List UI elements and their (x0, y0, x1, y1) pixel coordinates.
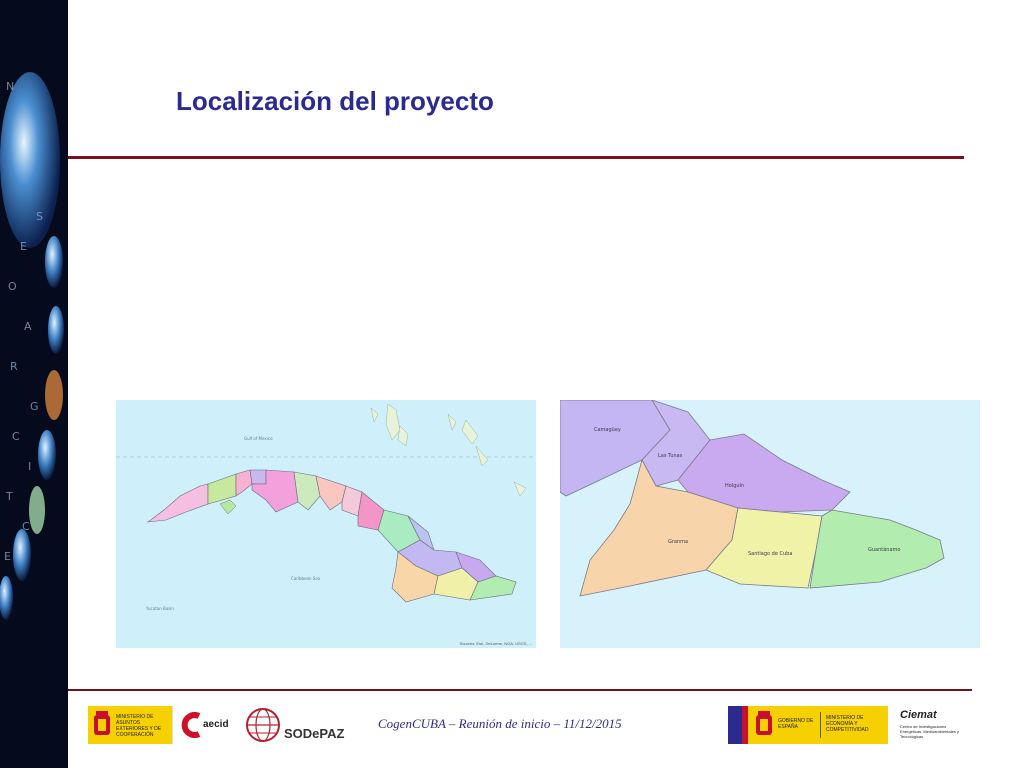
svg-text:I: I (28, 460, 31, 473)
svg-text:N: N (6, 80, 14, 93)
logo-separator (820, 712, 821, 738)
province-label-las-tunas: Las Tunas (658, 453, 683, 459)
orb-image (29, 486, 45, 534)
spain-flag-stripe (742, 706, 748, 744)
province-label-camaguey: Camagüey (594, 427, 621, 433)
sidebar-artwork: N E O A R G C I T C E S (0, 72, 64, 620)
svg-text:T: T (5, 490, 13, 503)
aecid-logo: aecid (172, 706, 235, 744)
orb-image (0, 576, 13, 620)
svg-text:E: E (4, 550, 11, 563)
svg-text:S: S (36, 210, 43, 223)
svg-text:O: O (8, 280, 17, 293)
eastern-cuba-map: Camagüey Las Tunas Holguín Granma Santia… (560, 400, 980, 648)
gobierno-logo-text: GOBIERNO DE ESPAÑA (778, 718, 814, 730)
decorative-sidebar: N E O A R G C I T C E S (0, 0, 68, 768)
map-credit: Sources: Esri, DeLorme, NGA, USGS, ... (459, 641, 532, 646)
maec-logo: MINISTERIO DE ASUNTOS EXTERIORES Y DE CO… (88, 706, 172, 744)
orb-image (48, 306, 64, 354)
sodepaz-logo-text: SODePAZ (284, 726, 345, 741)
cuba-map-drawing: Gulf of Mexico Caribbean Sea Yucatan Bas… (116, 403, 536, 611)
province-label-holguin: Holguín (725, 482, 744, 489)
ciemat-logo: Ciemat Centro de Investigaciones Energét… (890, 706, 972, 744)
svg-text:C: C (22, 520, 30, 533)
province-label-granma: Granma (668, 539, 688, 545)
province-label-guantanamo: Guantánamo (868, 546, 900, 553)
svg-text:Yucatan Basin: Yucatan Basin (145, 606, 174, 611)
province-label-santiago: Santiago de Cuba (748, 551, 792, 557)
svg-text:A: A (24, 320, 32, 333)
svg-text:C: C (12, 430, 20, 443)
sodepaz-logo: SODePAZ (244, 706, 352, 744)
mineco-logo-text: MINISTERIO DE ECONOMÍA Y COMPETITIVIDAD (826, 715, 869, 733)
title-divider (68, 156, 964, 159)
ciemat-logo-subtext: Centro de Investigaciones Energéticas, M… (900, 724, 959, 739)
maec-logo-text: MINISTERIO DE ASUNTOS EXTERIORES Y DE CO… (116, 714, 162, 738)
coat-of-arms-icon (94, 711, 110, 735)
aecid-logo-text: aecid (203, 719, 229, 730)
svg-text:E: E (20, 240, 27, 253)
gobierno-mineco-logo: GOBIERNO DE ESPAÑA MINISTERIO DE ECONOMÍ… (728, 706, 888, 744)
aecid-mark-icon (181, 712, 201, 738)
globe-image (0, 72, 60, 248)
svg-text:R: R (10, 360, 18, 373)
slide-title: Localización del proyecto (176, 86, 494, 116)
svg-text:G: G (30, 400, 39, 413)
coat-of-arms-icon (756, 711, 772, 735)
orb-image (45, 370, 63, 420)
footer-caption: CogenCUBA – Reunión de inicio – 11/12/20… (378, 716, 622, 731)
orb-image (13, 529, 31, 581)
svg-text:Gulf of Mexico: Gulf of Mexico (244, 436, 273, 441)
orb-image (38, 430, 56, 480)
svg-text:Caribbean Sea: Caribbean Sea (291, 576, 321, 581)
footer-divider (68, 689, 972, 691)
sodepaz-globe-icon (246, 708, 280, 742)
orb-image (45, 236, 63, 288)
eastern-cuba-map-drawing: Camagüey Las Tunas Holguín Granma Santia… (560, 400, 945, 597)
eu-flag-stripe (728, 706, 742, 744)
ciemat-logo-text: Ciemat (900, 709, 937, 721)
cuba-map: Gulf of Mexico Caribbean Sea Yucatan Bas… (116, 400, 536, 648)
